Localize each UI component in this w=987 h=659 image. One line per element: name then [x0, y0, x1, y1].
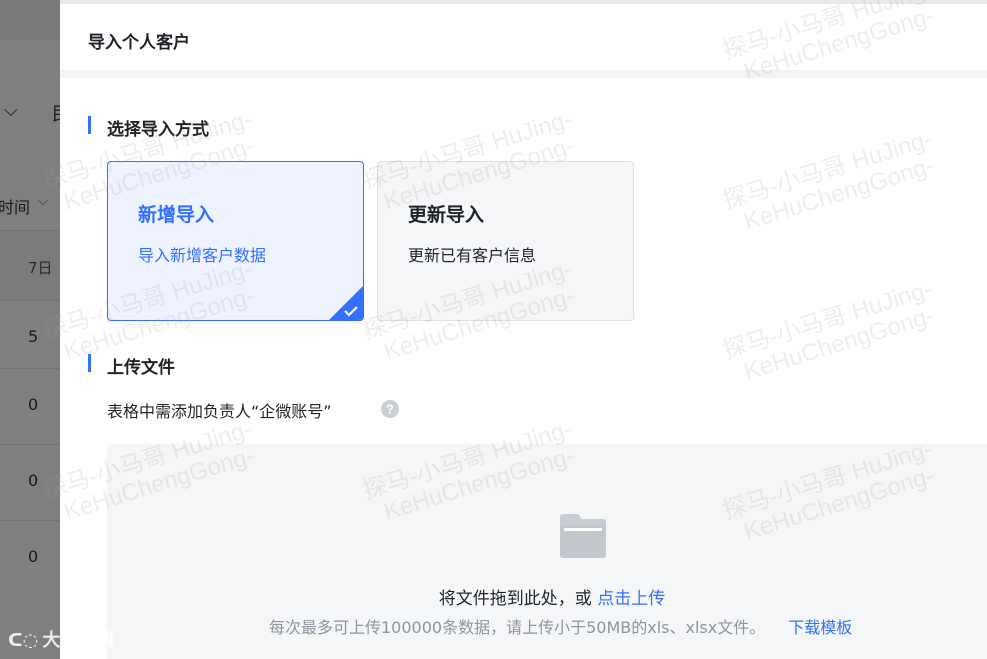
click-upload-link[interactable]: 点击上传 — [597, 589, 665, 609]
import-drawer: 导入个人客户 选择导入方式 新增导入 导入新增客户数据 更新导入 更新已有客户信… — [60, 0, 987, 659]
drawer-title: 导入个人客户 — [88, 33, 190, 53]
option-desc: 更新已有客户信息 — [408, 246, 537, 265]
upload-instruction: 将文件拖到此处，或 点击上传 — [107, 584, 987, 609]
download-template-link[interactable]: 下载模板 — [788, 618, 852, 637]
upload-limit-text: 每次最多可上传100000条数据，请上传小于50MB的xls、xlsx文件。 下… — [269, 614, 852, 638]
section-title-import-method: 选择导入方式 — [107, 120, 209, 140]
background-page: ⌵ 民 时间 ⌵ 7日 5 0 0 0 — [0, 0, 60, 659]
svg-text:?: ? — [386, 402, 394, 417]
section-title-upload-file: 上传文件 — [107, 358, 175, 378]
help-icon[interactable]: ? — [380, 399, 400, 419]
folder-icon — [560, 514, 606, 558]
option-title: 更新导入 — [408, 204, 485, 226]
check-icon — [344, 306, 358, 317]
section-marker — [88, 354, 91, 372]
drop-text: 将文件拖到此处，或 — [438, 589, 592, 609]
option-desc: 导入新增客户数据 — [138, 246, 267, 265]
upload-dropzone[interactable]: 将文件拖到此处，或 点击上传 每次最多可上传100000条数据，请上传小于50M… — [107, 444, 987, 659]
option-title: 新增导入 — [138, 204, 215, 226]
drawer-header: 导入个人客户 — [60, 4, 987, 70]
logo-icon: ᑕ◌ — [8, 630, 39, 651]
section-marker — [88, 116, 91, 134]
brand-logo: ᑕ◌ 大数跨境 — [8, 626, 114, 652]
option-card-update-import[interactable]: 更新导入 更新已有客户信息 — [377, 161, 634, 321]
owner-account-hint: 表格中需添加负责人“企微账号” — [107, 402, 332, 421]
option-card-new-import[interactable]: 新增导入 导入新增客户数据 — [107, 161, 364, 321]
header-divider — [60, 70, 987, 78]
modal-mask[interactable] — [0, 0, 60, 659]
limit-text: 每次最多可上传100000条数据，请上传小于50MB的xls、xlsx文件。 — [269, 618, 766, 637]
logo-text: 大数跨境 — [42, 630, 115, 651]
